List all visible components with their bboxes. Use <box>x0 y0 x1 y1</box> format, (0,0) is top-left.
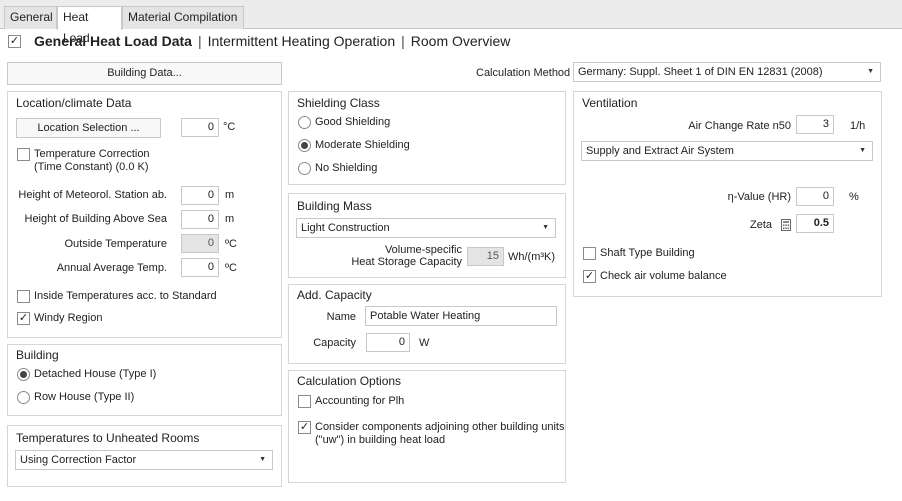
air-change-unit: 1/h <box>850 120 866 132</box>
shaft-type-label: Shaft Type Building <box>600 247 695 259</box>
subnav-checkbox[interactable]: ✓ <box>8 35 21 48</box>
calc-options-title: Calculation Options <box>297 374 402 388</box>
inside-temps-checkbox[interactable] <box>17 290 30 303</box>
building-data-button[interactable]: Building Data... <box>7 62 282 85</box>
eta-unit: % <box>849 191 859 203</box>
ventilation-system-select[interactable]: Supply and Extract Air System ▼ <box>581 141 873 161</box>
building-height-label: Height of Building Above Sea <box>24 213 168 225</box>
eta-label: η-Value (HR) <box>727 191 791 203</box>
annual-temp-label: Annual Average Temp. <box>56 262 167 274</box>
storage-label-1: Volume-specific <box>384 244 462 256</box>
calculator-icon[interactable] <box>781 219 791 231</box>
row-house-radio[interactable] <box>17 391 30 404</box>
moderate-shielding-radio[interactable] <box>298 139 311 152</box>
unheated-select[interactable]: Using Correction Factor ▼ <box>15 450 273 470</box>
add-capacity-name-field[interactable]: Potable Water Heating <box>365 306 557 326</box>
meteorol-unit: m <box>225 189 235 201</box>
storage-label-2: Heat Storage Capacity <box>351 256 462 268</box>
building-height-field[interactable]: 0 <box>181 210 219 229</box>
location-temp-field[interactable]: 0 <box>181 118 219 137</box>
outside-temp-unit: ºC <box>225 238 237 250</box>
unheated-value: Using Correction Factor <box>20 454 137 466</box>
temp-correction-sub: (Time Constant) (0.0 K) <box>34 161 149 173</box>
annual-temp-field[interactable]: 0 <box>181 258 219 277</box>
detached-house-radio[interactable] <box>17 368 30 381</box>
ventilation-system-value: Supply and Extract Air System <box>586 145 734 157</box>
calc-method-value: Germany: Suppl. Sheet 1 of DIN EN 12831 … <box>578 66 823 78</box>
air-change-label: Air Change Rate n50 <box>688 120 791 132</box>
outside-temp-label: Outside Temperature <box>64 238 167 250</box>
plh-checkbox[interactable] <box>298 395 311 408</box>
good-shielding-radio[interactable] <box>298 116 311 129</box>
eta-field[interactable]: 0 <box>796 187 834 206</box>
air-balance-checkbox[interactable]: ✓ <box>583 270 596 283</box>
building-title: Building <box>16 348 59 362</box>
air-balance-label: Check air volume balance <box>600 270 727 282</box>
temp-correction-checkbox[interactable] <box>17 148 30 161</box>
location-title: Location/climate Data <box>16 96 132 110</box>
calc-method-label: Calculation Method <box>476 67 571 79</box>
outside-temp-field: 0 <box>181 234 219 253</box>
storage-capacity-field: 15 <box>467 247 504 266</box>
add-capacity-capacity-field[interactable]: 0 <box>366 333 410 352</box>
good-shielding-label: Good Shielding <box>315 116 391 128</box>
tab-general[interactable]: General <box>4 6 57 29</box>
no-shielding-label: No Shielding <box>315 162 378 174</box>
tab-material-compilation[interactable]: Material Compilation <box>122 6 244 29</box>
storage-capacity-unit: Wh/(m³K) <box>508 251 556 263</box>
chevron-down-icon: ▼ <box>859 147 866 154</box>
meteorol-field[interactable]: 0 <box>181 186 219 205</box>
chevron-down-icon: ▼ <box>259 456 266 463</box>
add-capacity-title: Add. Capacity <box>297 288 372 302</box>
subnav-intermittent-heating[interactable]: Intermittent Heating Operation <box>208 33 396 49</box>
subnav-separator: | <box>401 33 405 49</box>
windy-region-checkbox[interactable]: ✓ <box>17 312 30 325</box>
add-capacity-capacity-unit: W <box>419 337 430 349</box>
shaft-type-checkbox[interactable] <box>583 247 596 260</box>
meteorol-label: Height of Meteorol. Station ab. <box>18 189 167 201</box>
no-shielding-radio[interactable] <box>298 162 311 175</box>
tab-heat-load[interactable]: Heat Load <box>57 6 122 45</box>
add-capacity-capacity-label: Capacity <box>313 337 356 349</box>
zeta-field[interactable]: 0.5 <box>796 214 834 233</box>
subnav-separator: | <box>197 33 202 49</box>
subnav-room-overview[interactable]: Room Overview <box>411 33 511 49</box>
consider-components-label-2: ("uw") in building heat load <box>315 434 446 446</box>
windy-region-label: Windy Region <box>34 312 103 324</box>
subnav: General Heat Load Data | Intermittent Heat… <box>34 33 510 49</box>
subnav-general-heat-load-data[interactable]: General Heat Load Data <box>34 33 192 49</box>
consider-components-label-1: Consider components adjoining other buil… <box>315 421 565 433</box>
annual-temp-unit: ºC <box>225 262 237 274</box>
building-mass-select[interactable]: Light Construction ▼ <box>296 218 556 238</box>
consider-components-checkbox[interactable]: ✓ <box>298 421 311 434</box>
calc-method-select[interactable]: Germany: Suppl. Sheet 1 of DIN EN 12831 … <box>573 62 881 82</box>
building-mass-value: Light Construction <box>301 222 390 234</box>
chevron-down-icon: ▼ <box>867 68 874 75</box>
chevron-down-icon: ▼ <box>542 224 549 231</box>
ventilation-title: Ventilation <box>582 96 638 110</box>
detached-house-label: Detached House (Type I) <box>34 368 157 380</box>
building-height-unit: m <box>225 213 235 225</box>
unheated-title: Temperatures to Unheated Rooms <box>16 431 200 445</box>
building-mass-title: Building Mass <box>297 199 372 213</box>
plh-label: Accounting for Plh <box>315 395 405 407</box>
zeta-label: Zeta <box>749 219 772 231</box>
location-temp-unit: °C <box>223 121 236 133</box>
inside-temps-label: Inside Temperatures acc. to Standard <box>34 290 217 302</box>
row-house-label: Row House (Type II) <box>34 391 135 403</box>
temp-correction-label: Temperature Correction <box>34 148 150 160</box>
shielding-title: Shielding Class <box>297 96 380 110</box>
air-change-field[interactable]: 3 <box>796 115 834 134</box>
location-selection-button[interactable]: Location Selection ... <box>16 118 161 138</box>
moderate-shielding-label: Moderate Shielding <box>315 139 410 151</box>
add-capacity-name-label: Name <box>326 311 356 323</box>
